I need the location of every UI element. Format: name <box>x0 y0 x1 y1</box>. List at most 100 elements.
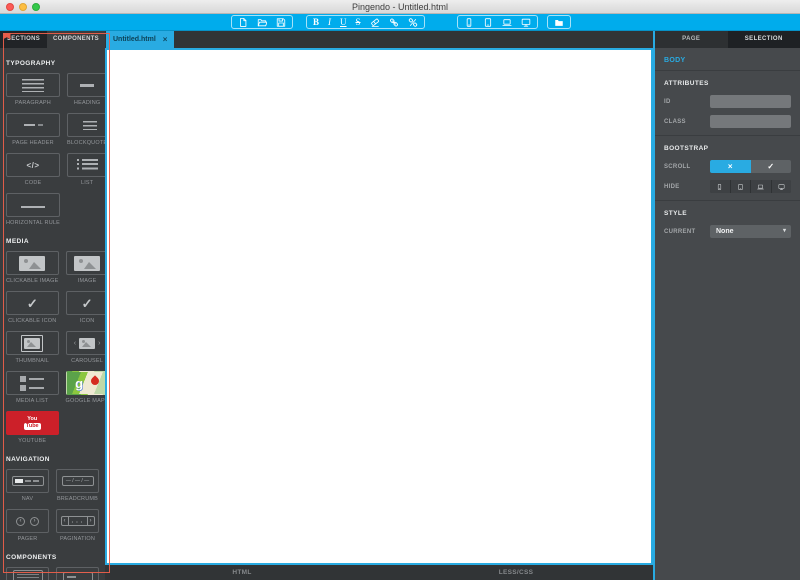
scroll-off-button[interactable]: × <box>710 160 751 173</box>
inspector-row-id: ID <box>664 95 791 108</box>
inspector-section-style: STYLE CURRENT None ▾ <box>655 200 800 238</box>
component-icon[interactable]: ✓ ICON <box>65 291 105 324</box>
save-icon <box>276 17 286 28</box>
zoom-window-button[interactable] <box>32 3 40 11</box>
titlebar: Pingendo - Untitled.html <box>0 0 800 14</box>
laptop-button[interactable] <box>502 16 512 28</box>
hide-tablet-button[interactable] <box>730 180 750 193</box>
palette-grid-typography: PARAGRAPH HEADING PAGE HEADER BLOCKQUOTE </>… <box>0 73 105 226</box>
component-paragraph[interactable]: PARAGRAPH <box>6 73 61 106</box>
tab-label: Untitled.html <box>113 36 156 43</box>
component-label: IMAGE <box>77 278 97 284</box>
save-button[interactable] <box>276 16 286 28</box>
field-label: CLASS <box>664 118 686 125</box>
component-thumbnail[interactable]: THUMBNAIL <box>6 331 59 364</box>
component-breadcrumb[interactable]: — / — / — BREADCRUMB <box>56 469 99 502</box>
toolbar-group-preview-devices <box>457 15 538 29</box>
sidebar-tab-sections[interactable]: SECTIONS <box>0 31 47 48</box>
check-icon: ✓ <box>6 291 59 315</box>
close-icon[interactable]: × <box>163 35 168 44</box>
strikethrough-button[interactable]: S <box>356 16 361 28</box>
toolbar-group-format: BIUS <box>306 15 425 29</box>
field-label: SCROLL <box>664 163 691 170</box>
sidebar-tab-components[interactable]: COMPONENTS <box>47 31 105 48</box>
component-pagination[interactable]: ‹ • • • › PAGINATION <box>56 509 99 542</box>
component-label: GOOGLE MAPS <box>65 398 105 404</box>
component-panel[interactable]: PANEL <box>56 567 99 580</box>
unlink-button[interactable] <box>408 16 418 28</box>
bottom-tab-html[interactable]: HTML <box>105 565 379 580</box>
component-blockquote[interactable]: BLOCKQUOTE <box>67 113 105 146</box>
hide-laptop-button[interactable] <box>751 180 771 193</box>
current-style-select[interactable]: None ▾ <box>710 225 791 238</box>
chevron-down-icon: ▾ <box>782 228 786 234</box>
link-button[interactable] <box>389 16 399 28</box>
minimize-window-button[interactable] <box>19 3 27 11</box>
inspector-tab-selection[interactable]: SELECTION <box>727 31 800 48</box>
underline-button[interactable]: U <box>340 16 347 28</box>
tablet-button[interactable] <box>483 16 493 28</box>
youtube-icon: You Tube <box>6 411 59 435</box>
component-youtube[interactable]: You Tube YOUTUBE <box>6 411 59 444</box>
desktop-button[interactable] <box>521 16 531 28</box>
hide-desktop-button[interactable] <box>771 180 791 193</box>
inspector-section-attributes: ATTRIBUTES ID CLASS <box>655 70 800 128</box>
code-panel-bar: HTML LESS/CSS <box>105 565 653 580</box>
panel-icon <box>56 567 99 580</box>
component-list-group[interactable]: LIST GROUP <box>6 567 49 580</box>
editor-center: Untitled.html × HTML LESS/CSS <box>105 31 653 580</box>
image-icon <box>6 251 59 275</box>
bottom-tab-less-css[interactable]: LESS/CSS <box>379 565 653 580</box>
eraser-button[interactable] <box>370 16 380 28</box>
component-horizontal-rule[interactable]: HORIZONTAL RULE <box>6 193 61 226</box>
component-clickable-image[interactable]: CLICKABLE IMAGE <box>6 251 59 284</box>
component-code[interactable]: </> CODE <box>6 153 61 186</box>
design-canvas[interactable] <box>105 48 653 565</box>
component-palette: TYPOGRAPHY PARAGRAPH HEADING PAGE HEADER BLO… <box>0 48 105 580</box>
component-carousel[interactable]: ‹ › CAROUSEL <box>65 331 105 364</box>
component-google-maps[interactable]: g GOOGLE MAPS <box>65 371 105 404</box>
carousel-icon: ‹ › <box>65 331 105 355</box>
phone-button[interactable] <box>464 16 474 28</box>
component-heading[interactable]: HEADING <box>67 73 105 106</box>
component-media-list[interactable]: MEDIA LIST <box>6 371 59 404</box>
component-image[interactable]: IMAGE <box>65 251 105 284</box>
close-window-button[interactable] <box>6 3 14 11</box>
tablet-icon <box>483 17 493 28</box>
component-label: MEDIA LIST <box>16 398 49 404</box>
component-page-header[interactable]: PAGE HEADER <box>6 113 61 146</box>
component-nav[interactable]: NAV <box>6 469 49 502</box>
blockquote-icon <box>67 113 105 137</box>
list-group-icon <box>6 567 49 580</box>
scroll-toggle: × ✓ <box>710 160 791 173</box>
component-clickable-icon[interactable]: ✓ CLICKABLE ICON <box>6 291 59 324</box>
image-icon <box>65 251 105 275</box>
component-label: BREADCRUMB <box>56 496 99 502</box>
component-pager[interactable]: ‹ › PAGER <box>6 509 49 542</box>
component-label: YOUTUBE <box>18 438 47 444</box>
selection-breadcrumb-body[interactable]: BODY <box>664 57 791 64</box>
page-header-icon <box>6 113 61 137</box>
folder-button[interactable] <box>554 16 564 28</box>
component-label: PAGER <box>17 536 38 542</box>
field-label: CURRENT <box>664 228 696 235</box>
italic-button[interactable]: I <box>328 16 331 28</box>
hide-phone-button[interactable] <box>710 180 730 193</box>
component-label: CLICKABLE ICON <box>8 318 57 324</box>
class-input[interactable] <box>710 115 791 128</box>
palette-grid-navigation: NAV — / — / — BREADCRUMB ‹ › PAGER ‹ • • • › PAGI… <box>0 469 105 542</box>
scroll-on-button[interactable]: ✓ <box>750 160 791 173</box>
hide-device-buttons <box>710 180 791 193</box>
inspector-tab-page[interactable]: PAGE <box>655 31 728 48</box>
document-tabbar: Untitled.html × <box>105 31 653 48</box>
new-file-button[interactable] <box>238 16 248 28</box>
tab-untitled-html[interactable]: Untitled.html × <box>106 31 175 48</box>
component-list[interactable]: LIST <box>67 153 105 186</box>
inspector-row-class: CLASS <box>664 115 791 128</box>
selected-value: None <box>716 228 734 235</box>
components-sidebar: SECTIONS COMPONENTS TYPOGRAPHY PARAGRAPH HE… <box>0 31 105 580</box>
open-folder-button[interactable] <box>257 16 267 28</box>
id-input[interactable] <box>710 95 791 108</box>
tablet-icon <box>737 180 744 193</box>
bold-button[interactable]: B <box>313 16 319 28</box>
